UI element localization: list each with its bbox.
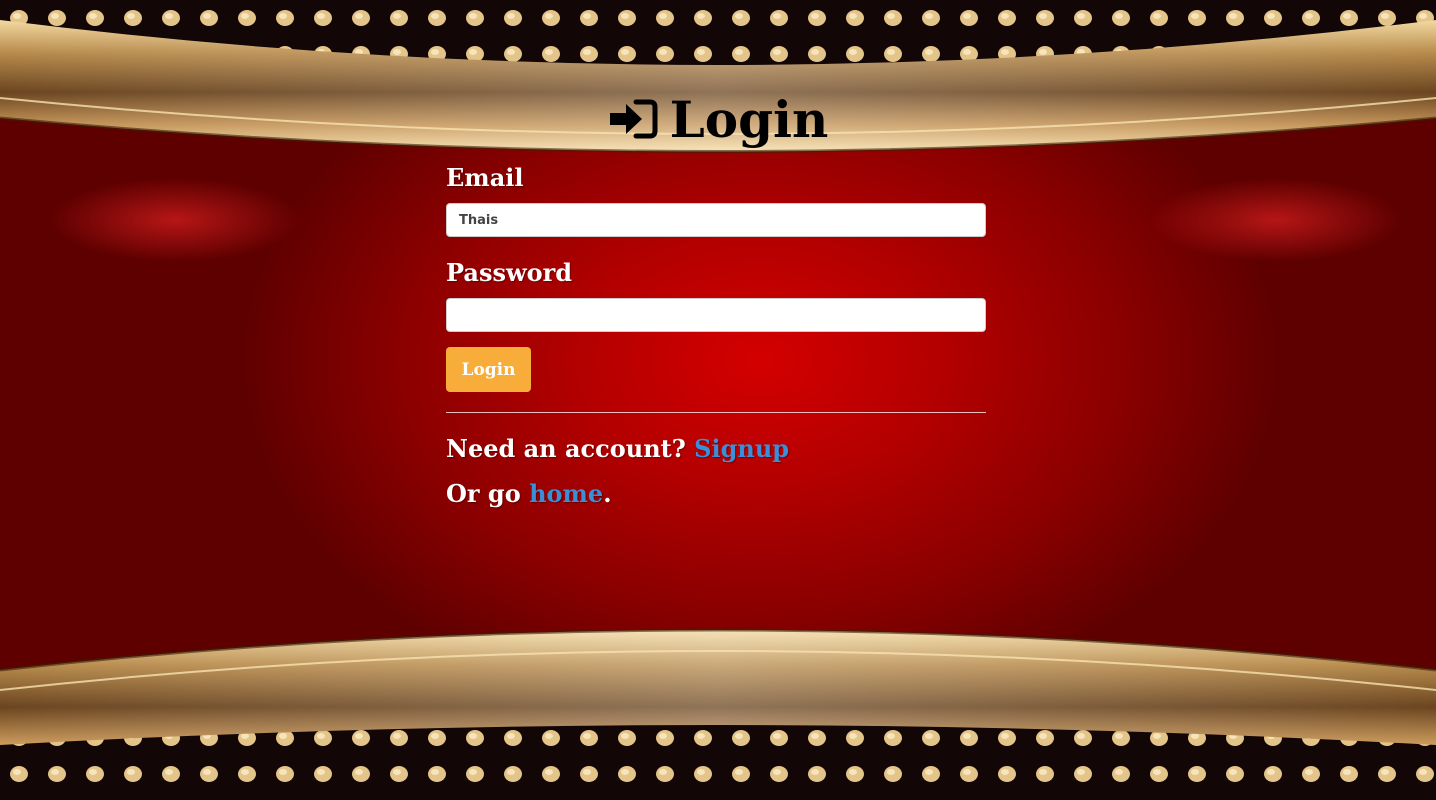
divider [446, 412, 986, 413]
sign-in-icon [609, 99, 658, 139]
password-field[interactable] [446, 298, 986, 332]
home-prefix: Or go [446, 479, 521, 508]
login-button[interactable]: Login [446, 347, 531, 392]
signup-link[interactable]: Signup [694, 434, 789, 463]
email-field[interactable] [446, 203, 986, 237]
signup-prompt: Need an account? [446, 434, 686, 463]
home-line: Or go home. [446, 478, 986, 510]
login-page: Login Email Password Login Need an accou… [0, 0, 1436, 800]
home-suffix: . [603, 479, 612, 508]
page-title: Login [0, 88, 1436, 152]
email-label: Email [446, 163, 524, 192]
home-link[interactable]: home [529, 479, 603, 508]
password-label: Password [446, 258, 573, 287]
login-form: Email Password Login Need an account? Si… [446, 160, 986, 510]
signup-line: Need an account? Signup [446, 433, 986, 465]
page-title-text: Login [669, 90, 829, 149]
